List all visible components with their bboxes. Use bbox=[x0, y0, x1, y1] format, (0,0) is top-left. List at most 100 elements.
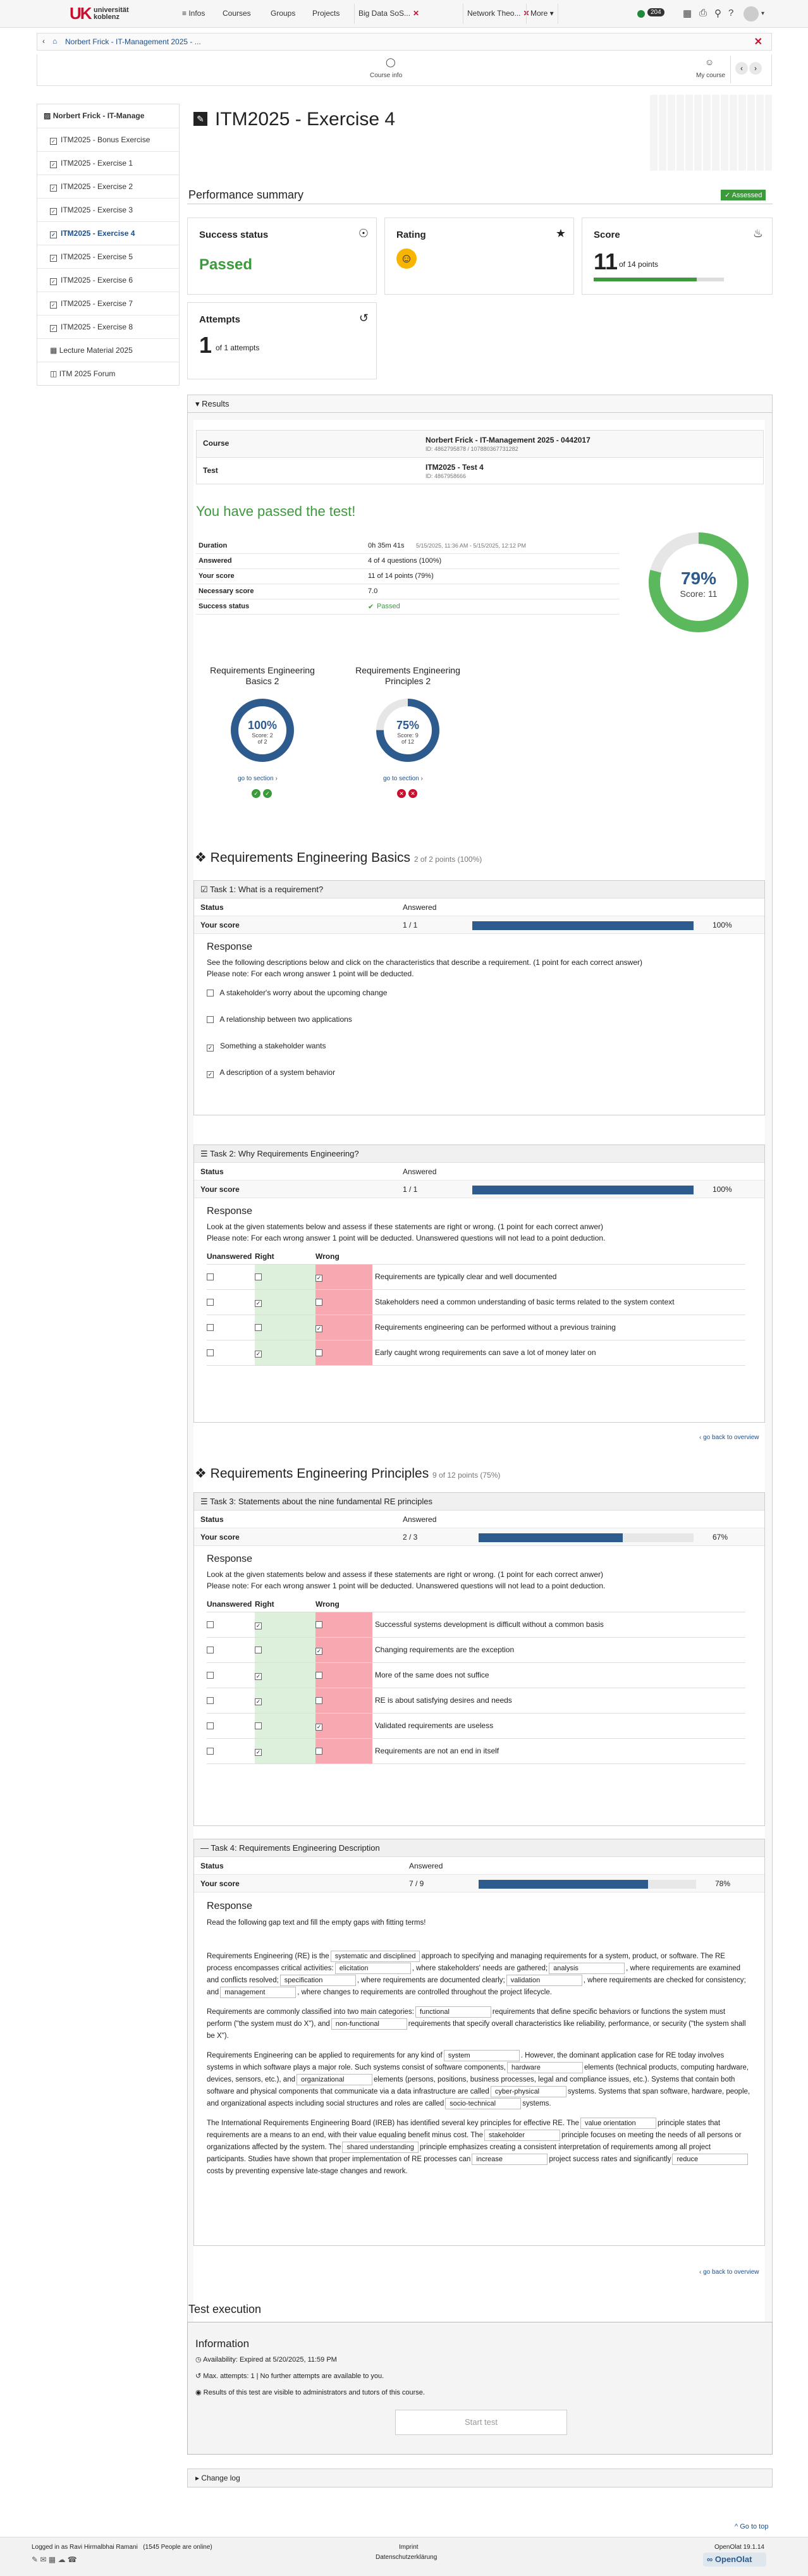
kprim-row: ✓ Successful systems development is diffi… bbox=[207, 1612, 745, 1638]
tab-network-theory[interactable]: Network Theo... ✕ bbox=[463, 4, 534, 24]
avatar[interactable] bbox=[744, 6, 759, 21]
kprim-row: ✓ Changing requirements are the exception bbox=[207, 1637, 745, 1663]
close-course-icon[interactable]: ✕ bbox=[754, 35, 762, 48]
search-icon[interactable]: ⚲ bbox=[714, 8, 721, 19]
check-icon: ✓ bbox=[50, 208, 57, 215]
logged-in-text: Logged in as Ravi Hirmalbhai Ramani (154… bbox=[32, 2544, 212, 2551]
footer-icons[interactable]: ✎ ✉ ▦ ☁ ☎ bbox=[32, 2555, 77, 2564]
info-heading: Information bbox=[195, 2338, 250, 2350]
divider bbox=[730, 56, 731, 83]
option-row: ✓ A description of a system behavior bbox=[207, 1068, 336, 1078]
kprim-row: ✓ Early caught wrong requirements can sav… bbox=[207, 1340, 745, 1366]
university-logo[interactable]: UK universität koblenz bbox=[70, 4, 129, 24]
card-title: Success status bbox=[199, 230, 269, 240]
go-to-section-2-link[interactable]: go to section › bbox=[383, 775, 423, 782]
result-row: Duration 0h 35m 41s 5/15/2025, 11:36 AM - … bbox=[196, 539, 620, 554]
menu-item-exercise-8[interactable]: ✓ ITM2025 - Exercise 8 bbox=[37, 315, 179, 338]
result-row: Answered 4 of 4 questions (100%) bbox=[196, 554, 620, 569]
nav-projects[interactable]: Projects bbox=[312, 9, 340, 18]
section-1-title: Requirements Engineering Basics 2 bbox=[210, 665, 315, 686]
chevron-down-icon[interactable]: ▾ bbox=[761, 10, 764, 17]
option-row: A relationship between two applications bbox=[207, 1007, 752, 1034]
test-icon: ✎ bbox=[193, 112, 207, 126]
status-row: Status Answered bbox=[194, 1857, 764, 1875]
menu-course-root[interactable]: ▨ Norbert Frick - IT-Manage bbox=[37, 104, 179, 128]
menu-item-exercise-2[interactable]: ✓ ITM2025 - Exercise 2 bbox=[37, 175, 179, 198]
online-status-icon[interactable] bbox=[637, 10, 645, 18]
home-icon[interactable]: ⌂ bbox=[52, 37, 57, 46]
folder-icon: ▦ bbox=[50, 346, 58, 355]
kprim-table: Unanswered Right Wrong ✓ Successful systems… bbox=[207, 1597, 745, 1764]
visibility-text: ◉ Results of this test are visible to ad… bbox=[195, 2389, 425, 2396]
course-value: Norbert Frick - IT-Management 2025 - 044… bbox=[425, 436, 591, 445]
imprint-link[interactable]: Imprint bbox=[399, 2544, 419, 2551]
nav-more[interactable]: More ▾ bbox=[526, 4, 558, 24]
svg-text:of 2: of 2 bbox=[257, 739, 267, 745]
chat-badge[interactable]: 204 bbox=[647, 8, 664, 16]
course-info-button[interactable]: Course info bbox=[370, 72, 402, 79]
change-log-toggle[interactable]: ▸ Change log bbox=[187, 2469, 773, 2487]
close-icon[interactable]: ✕ bbox=[413, 9, 419, 18]
section-2-title: Requirements Engineering Principles 2 bbox=[355, 665, 460, 686]
menu-item-exercise-6[interactable]: ✓ ITM2025 - Exercise 6 bbox=[37, 268, 179, 291]
menu-item-bonus[interactable]: ✓ ITM2025 - Bonus Exercise bbox=[37, 128, 179, 151]
start-test-button[interactable]: Start test bbox=[395, 2410, 567, 2435]
section-basics-heading: ❖ Requirements Engineering Basics 2 of 2… bbox=[195, 850, 482, 865]
back-to-overview-link[interactable]: ‹ go back to overview bbox=[699, 2269, 759, 2276]
kprim-row: ✓ Requirements engineering can be perform… bbox=[207, 1315, 745, 1340]
menu-item-exercise-3[interactable]: ✓ ITM2025 - Exercise 3 bbox=[37, 198, 179, 221]
result-row: Your score 11 of 14 points (79%) bbox=[196, 569, 620, 584]
chevron-left-icon[interactable]: ‹ bbox=[42, 37, 45, 46]
go-to-top-link[interactable]: ^ Go to top bbox=[735, 2523, 768, 2530]
nav-courses[interactable]: Courses bbox=[223, 9, 251, 18]
kprim-row: ✓ Stakeholders need a common understandin… bbox=[207, 1289, 745, 1315]
menu-item-exercise-1[interactable]: ✓ ITM2025 - Exercise 1 bbox=[37, 151, 179, 175]
kprim-table: Unanswered Right Wrong ✓ Requirements are t… bbox=[207, 1249, 745, 1366]
trophy-icon: ♨ bbox=[752, 227, 763, 240]
correct-icon: ✓ bbox=[252, 789, 260, 798]
previous-arrow-icon[interactable]: ‹ bbox=[735, 62, 748, 75]
nav-groups[interactable]: Groups bbox=[271, 9, 295, 18]
cubes-icon: ❖ bbox=[195, 850, 207, 865]
menu-item-forum[interactable]: ◫ ITM 2025 Forum bbox=[37, 362, 179, 385]
section-1-donut: 100% Score: 2 of 2 bbox=[231, 699, 294, 762]
course-breadcrumb[interactable]: Norbert Frick - IT-Management 2025 - ... bbox=[65, 37, 201, 46]
calendar-icon[interactable]: ▦ bbox=[683, 8, 692, 19]
task-3-response: Response Look at the given statements be… bbox=[194, 1546, 764, 1772]
summary-heading: Performance summary bbox=[188, 188, 304, 201]
max-attempts-text: ↺ Max. attempts: 1 | No further attempts… bbox=[195, 2372, 384, 2380]
score-row: Your score 1 / 1 100% bbox=[194, 1181, 764, 1198]
back-to-overview-link[interactable]: ‹ go back to overview bbox=[699, 1434, 759, 1441]
tab-big-data[interactable]: Big Data SoS... ✕ bbox=[354, 4, 423, 24]
result-rows: Duration 0h 35m 41s 5/15/2025, 11:36 AM - … bbox=[196, 539, 620, 615]
attempts-card: Attempts ↺ 1 of 1 attempts bbox=[187, 302, 377, 379]
assessed-badge: ✓ Assessed bbox=[721, 190, 766, 200]
my-course-button[interactable]: My course bbox=[696, 72, 725, 79]
logo-text: universität koblenz bbox=[94, 6, 129, 21]
print-icon[interactable]: ⎙ bbox=[699, 8, 707, 18]
overall-score: Score: 11 bbox=[680, 589, 718, 599]
menu-item-exercise-7[interactable]: ✓ ITM2025 - Exercise 7 bbox=[37, 291, 179, 315]
menu-item-lecture[interactable]: ▦ Lecture Material 2025 bbox=[37, 338, 179, 362]
menu-item-exercise-5[interactable]: ✓ ITM2025 - Exercise 5 bbox=[37, 245, 179, 268]
nav-infos[interactable]: ≡ Infos bbox=[182, 9, 205, 18]
course-label: Course bbox=[203, 439, 230, 448]
menu-item-exercise-4[interactable]: ✓ ITM2025 - Exercise 4 bbox=[37, 221, 179, 245]
score-sub: of 14 points bbox=[619, 260, 659, 269]
correct-icon: ✓ bbox=[263, 789, 272, 798]
version-text: OpenOlat 19.1.14 bbox=[714, 2544, 764, 2551]
task-4-response: Response Read the following gap text and… bbox=[194, 1892, 764, 2188]
results-toggle[interactable]: ▾ Results bbox=[188, 395, 772, 413]
help-icon[interactable]: ? bbox=[728, 8, 733, 18]
privacy-link[interactable]: Datenschutzerklärung bbox=[376, 2554, 437, 2561]
next-arrow-icon[interactable]: › bbox=[749, 62, 762, 75]
gap-paragraph-2: Requirements are commonly classified int… bbox=[207, 2006, 752, 2042]
score-card: Score ♨ 11 of 14 points bbox=[582, 218, 773, 295]
overall-pct: 79% bbox=[681, 568, 716, 588]
kprim-row: ✓ Requirements are not an end in itself bbox=[207, 1738, 745, 1764]
forum-icon: ◫ bbox=[50, 369, 58, 378]
openolat-logo[interactable]: ∞ OpenOlat bbox=[703, 2553, 766, 2567]
go-to-section-1-link[interactable]: go to section › bbox=[238, 775, 278, 782]
course-id: ID: 4862795878 / 107880367731282 bbox=[425, 446, 518, 452]
status-row: Status Answered bbox=[194, 1511, 764, 1528]
